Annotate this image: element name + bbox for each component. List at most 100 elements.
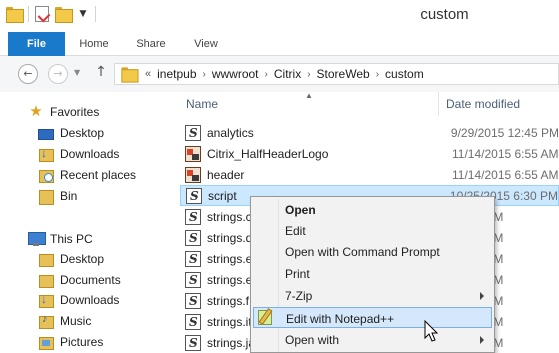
- sidebar-item-downloads[interactable]: Downloads: [38, 144, 119, 164]
- title-bar: ▼ custom: [0, 0, 559, 32]
- menu-item-label: Open with Command Prompt: [285, 245, 440, 259]
- menu-item-label: 7-Zip: [285, 289, 313, 303]
- desktop-folder-icon: [38, 251, 54, 267]
- file-date: 11/14/2015 6:55 AM: [452, 146, 559, 161]
- sidebar-item-label: This PC: [50, 232, 93, 246]
- breadcrumb-separator[interactable]: ›: [203, 69, 206, 80]
- desktop-icon: [38, 128, 54, 140]
- breadcrumb-wwwroot[interactable]: wwwroot: [212, 67, 259, 81]
- music-folder-icon: [38, 313, 54, 329]
- menu-item-print[interactable]: Print: [253, 263, 492, 284]
- context-menu: Open Edit Open with Command Prompt Print…: [250, 196, 495, 353]
- script-file-icon: [186, 187, 202, 204]
- sidebar-item-label: Documents: [60, 273, 121, 287]
- file-row-analytics[interactable]: analytics 9/29/2015 12:45 PM: [180, 122, 559, 143]
- menu-item-label: Open with: [285, 333, 340, 347]
- star-icon: ★: [29, 103, 43, 120]
- menu-item-7zip[interactable]: 7-Zip: [253, 285, 492, 306]
- sidebar-item-label: Pictures: [60, 335, 104, 349]
- breadcrumb-custom[interactable]: custom: [385, 67, 424, 81]
- sidebar-item-recent-places[interactable]: Recent places: [38, 165, 136, 185]
- sidebar-item-desktop[interactable]: Desktop: [38, 123, 104, 143]
- file-date: 11/14/2015 6:55 AM: [452, 167, 559, 182]
- breadcrumb-separator[interactable]: ›: [265, 69, 268, 80]
- ribbon-tabs: File Home Share View: [0, 32, 559, 56]
- tab-view[interactable]: View: [186, 32, 226, 56]
- column-headers: ▲ Name Date modified: [180, 91, 559, 116]
- sidebar-item-label: Music: [60, 314, 92, 328]
- file-row-citrix-halfheaderlogo[interactable]: Citrix_HalfHeaderLogo 11/14/2015 6:55 AM: [180, 143, 559, 164]
- image-file-icon: [185, 145, 201, 162]
- menu-item-label: Print: [285, 267, 310, 281]
- sidebar-item-label: Desktop: [60, 252, 105, 266]
- image-file-icon: [185, 166, 201, 183]
- breadcrumb-storeweb[interactable]: StoreWeb: [317, 67, 370, 81]
- recent-places-icon: [38, 167, 54, 183]
- recent-locations-chevron-down-icon[interactable]: ▼: [74, 68, 80, 77]
- script-file-icon: [185, 250, 201, 267]
- window-title: custom: [420, 6, 469, 23]
- back-button[interactable]: ←: [18, 64, 38, 84]
- notepadpp-icon: [258, 310, 272, 325]
- breadcrumb-separator[interactable]: ›: [376, 69, 379, 80]
- sidebar-item-this-pc[interactable]: This PC: [28, 229, 93, 249]
- bin-folder-icon: [38, 188, 54, 205]
- menu-item-label: Edit: [285, 224, 306, 238]
- sidebar-item-label: Downloads: [60, 147, 120, 161]
- sidebar-item-label: Favorites: [50, 105, 100, 119]
- menu-item-open-with[interactable]: Open with: [253, 329, 492, 350]
- sidebar-item-documents[interactable]: Documents: [38, 270, 121, 290]
- up-button[interactable]: ↑: [94, 64, 108, 80]
- submenu-arrow-icon: [480, 336, 484, 344]
- script-file-icon: [185, 208, 201, 225]
- script-file-icon: [185, 124, 201, 141]
- computer-icon: [28, 231, 46, 247]
- forward-button[interactable]: →: [48, 64, 68, 84]
- breadcrumb-inetpub[interactable]: inetpub: [157, 67, 196, 81]
- file-name: analytics: [207, 125, 254, 140]
- address-bar[interactable]: « inetpub › wwwroot › Citrix › StoreWeb …: [114, 63, 559, 85]
- file-date: 9/29/2015 12:45 PM: [450, 125, 559, 140]
- menu-item-edit[interactable]: Edit: [253, 220, 492, 241]
- menu-item-label: Edit with Notepad++: [286, 312, 395, 326]
- tab-home[interactable]: Home: [72, 32, 116, 56]
- sidebar-item-label: Recent places: [60, 168, 137, 182]
- sidebar-item-favorites[interactable]: ★ Favorites: [28, 102, 99, 122]
- breadcrumb-citrix[interactable]: Citrix: [274, 67, 301, 81]
- tab-share[interactable]: Share: [128, 32, 174, 56]
- sort-ascending-icon: ▲: [305, 91, 313, 100]
- navigation-pane: ★ Favorites Desktop Downloads Recent pla…: [0, 92, 180, 353]
- pictures-folder-icon: [38, 334, 54, 350]
- breadcrumb-overflow[interactable]: «: [145, 68, 151, 80]
- script-file-icon: [185, 229, 201, 246]
- downloads-icon: [38, 146, 54, 162]
- sidebar-item-label: Bin: [60, 189, 78, 203]
- documents-folder-icon: [38, 272, 54, 288]
- tab-file[interactable]: File: [8, 32, 65, 56]
- folder-icon: [121, 67, 139, 83]
- script-file-icon: [185, 271, 201, 288]
- menu-item-open[interactable]: Open: [253, 199, 492, 220]
- menu-item-open-with-command-prompt[interactable]: Open with Command Prompt: [253, 241, 492, 262]
- script-file-icon: [185, 313, 201, 330]
- sidebar-item-label: Desktop: [60, 126, 105, 140]
- menu-item-label: Open: [285, 203, 316, 217]
- sidebar-item-pictures[interactable]: Pictures: [38, 332, 103, 352]
- sidebar-item-pc-desktop[interactable]: Desktop: [38, 249, 104, 269]
- file-row-header[interactable]: header 11/14/2015 6:55 AM: [180, 164, 559, 185]
- breadcrumb-separator[interactable]: ›: [307, 69, 310, 80]
- navigation-bar: ← → ▼ ↑ « inetpub › wwwroot › Citrix › S…: [0, 56, 559, 92]
- sidebar-item-music[interactable]: Music: [38, 311, 91, 331]
- column-header-date-modified[interactable]: Date modified: [446, 97, 520, 111]
- sidebar-item-pc-downloads[interactable]: Downloads: [38, 290, 119, 310]
- script-file-icon: [185, 292, 201, 309]
- sidebar-item-bin[interactable]: Bin: [38, 186, 77, 206]
- menu-item-edit-with-notepadpp[interactable]: Edit with Notepad++: [253, 307, 492, 328]
- column-divider[interactable]: [438, 92, 439, 116]
- downloads-icon: [38, 292, 54, 308]
- file-name: Citrix_HalfHeaderLogo: [207, 146, 329, 161]
- script-file-icon: [185, 334, 201, 351]
- column-header-name[interactable]: Name: [186, 97, 218, 111]
- submenu-arrow-icon: [480, 292, 484, 300]
- sidebar-item-label: Downloads: [60, 293, 120, 307]
